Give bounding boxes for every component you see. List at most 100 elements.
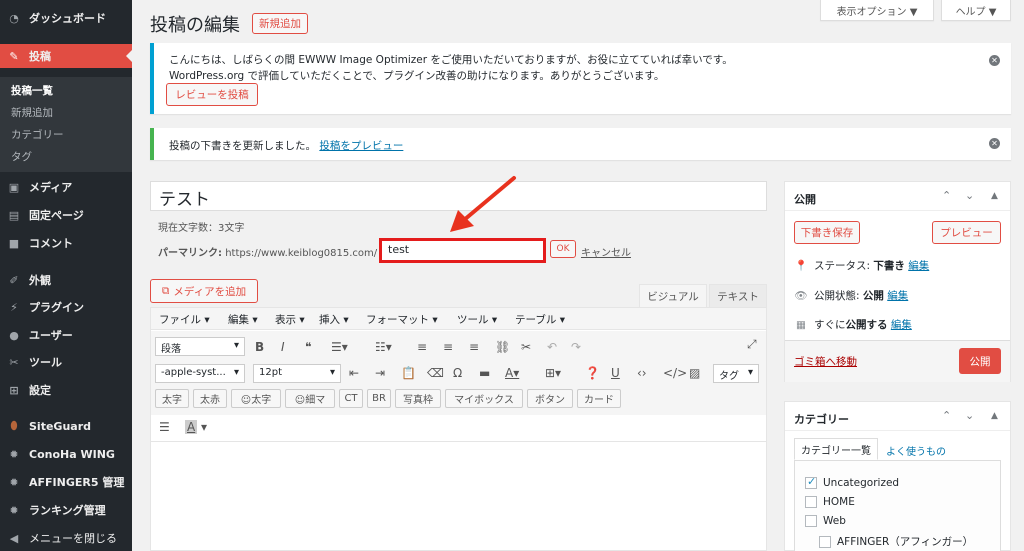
clear-format-icon[interactable]: ⌫: [427, 364, 444, 382]
html-icon[interactable]: </>: [663, 364, 687, 382]
chevron-down-icon[interactable]: ⌄: [965, 189, 974, 202]
underline-icon[interactable]: U: [611, 364, 620, 382]
tag-select[interactable]: タグ ▾: [713, 364, 759, 383]
category-item[interactable]: Web: [805, 515, 846, 527]
list-icon[interactable]: ☰: [159, 418, 170, 436]
submenu-all-posts[interactable]: 投稿一覧: [11, 83, 53, 98]
quicktag-ct[interactable]: CT: [339, 389, 363, 408]
menu-format[interactable]: フォーマット ▾: [366, 312, 438, 327]
sidebar-item-plugins[interactable]: ⚡ プラグイン: [0, 295, 132, 319]
close-icon[interactable]: ✕: [989, 138, 1000, 149]
tab-text[interactable]: テキスト: [709, 284, 767, 308]
tab-all-categories[interactable]: カテゴリー一覧: [794, 438, 878, 460]
help-button[interactable]: ヘルプ ▼: [941, 0, 1011, 21]
font-select[interactable]: -apple-syst... ▾: [155, 364, 245, 383]
publish-button[interactable]: 公開: [959, 348, 1001, 374]
quicktag-card[interactable]: カード: [577, 389, 621, 408]
indent-icon[interactable]: ⇥: [375, 364, 385, 382]
background-color-icon[interactable]: A ▾: [185, 418, 207, 436]
sidebar-item-settings[interactable]: ⊞ 設定: [0, 378, 132, 402]
menu-edit[interactable]: 編集 ▾: [228, 312, 258, 327]
edit-visibility-link[interactable]: 編集: [887, 288, 908, 303]
numbered-list-icon[interactable]: ☷▾: [375, 338, 392, 356]
menu-table[interactable]: テーブル ▾: [515, 312, 565, 327]
undo-icon[interactable]: ↶: [547, 338, 557, 356]
special-char-icon[interactable]: Ω: [453, 364, 462, 382]
checkbox[interactable]: [805, 496, 817, 508]
quicktag-photo-frame[interactable]: 写真枠: [395, 389, 441, 408]
link-icon[interactable]: ⛓: [495, 338, 510, 356]
checkbox-checked[interactable]: ✓: [805, 475, 817, 489]
bullet-list-icon[interactable]: ☰▾: [331, 338, 348, 356]
outdent-icon[interactable]: ⇤: [349, 364, 359, 382]
sidebar-item-siteguard[interactable]: ⬮ SiteGuard: [0, 414, 132, 438]
sidebar-item-posts[interactable]: ✎ 投稿: [0, 44, 132, 68]
quicktag-bold-user[interactable]: ☺太字: [231, 389, 281, 408]
sidebar-item-tools[interactable]: ✂ ツール: [0, 350, 132, 374]
toggle-icon[interactable]: ▲: [991, 411, 998, 421]
quicktag-thin-user[interactable]: ☺細マ: [285, 389, 335, 408]
code-icon[interactable]: ‹›: [637, 364, 647, 382]
hr-icon[interactable]: ▬: [479, 364, 490, 382]
quote-icon[interactable]: ❝: [305, 338, 311, 356]
help-icon[interactable]: ❓: [585, 364, 600, 382]
sidebar-item-pages[interactable]: ▤ 固定ページ: [0, 203, 132, 227]
tab-most-used[interactable]: よく使うもの: [886, 443, 946, 458]
image-icon[interactable]: ▨: [689, 364, 700, 382]
sidebar-item-ranking[interactable]: ✹ ランキング管理: [0, 498, 132, 522]
sidebar-item-appearance[interactable]: ✐ 外観: [0, 268, 132, 292]
chevron-up-icon[interactable]: ⌃: [942, 409, 951, 422]
unlink-icon[interactable]: ✂: [521, 338, 531, 356]
quicktag-bold-red[interactable]: 太赤: [193, 389, 227, 408]
quicktag-button[interactable]: ボタン: [527, 389, 573, 408]
checkbox[interactable]: [805, 515, 817, 527]
close-icon[interactable]: ✕: [989, 55, 1000, 66]
preview-link[interactable]: 投稿をプレビュー: [319, 140, 403, 152]
category-item[interactable]: AFFINGER（アフィンガー）: [819, 534, 973, 549]
toggle-icon[interactable]: ▲: [991, 191, 998, 201]
sidebar-item-media[interactable]: ▣ メディア: [0, 175, 132, 199]
permalink-cancel-link[interactable]: キャンセル: [581, 244, 631, 259]
preview-button[interactable]: プレビュー: [932, 221, 1001, 244]
submenu-add-new[interactable]: 新規追加: [11, 105, 53, 120]
italic-icon[interactable]: I: [281, 338, 285, 356]
review-button[interactable]: レビューを投稿: [166, 83, 258, 106]
trash-link[interactable]: ゴミ箱へ移動: [794, 354, 857, 369]
category-item[interactable]: ✓ Uncategorized: [805, 475, 899, 489]
redo-icon[interactable]: ↷: [571, 338, 581, 356]
edit-status-link[interactable]: 編集: [908, 258, 929, 273]
sidebar-item-comments[interactable]: ■ コメント: [0, 231, 132, 255]
table-icon[interactable]: ⊞▾: [545, 364, 561, 382]
sidebar-item-affinger[interactable]: ✹ AFFINGER5 管理: [0, 470, 132, 494]
submenu-tags[interactable]: タグ: [11, 149, 32, 164]
text-color-icon[interactable]: A▾: [505, 364, 519, 382]
screen-options-button[interactable]: 表示オプション ▼: [820, 0, 934, 21]
fullscreen-icon[interactable]: ⤢: [747, 335, 757, 353]
quicktag-bold[interactable]: 太字: [155, 389, 189, 408]
submenu-categories[interactable]: カテゴリー: [11, 127, 64, 142]
bold-icon[interactable]: B: [255, 338, 264, 356]
menu-tools[interactable]: ツール ▾: [457, 312, 497, 327]
font-size-select[interactable]: 12pt ▾: [253, 364, 341, 383]
collapse-menu[interactable]: ◀ メニューを閉じる: [0, 526, 132, 550]
sidebar-item-users[interactable]: ● ユーザー: [0, 323, 132, 347]
align-left-icon[interactable]: ≡: [417, 338, 427, 356]
menu-view[interactable]: 表示 ▾: [275, 312, 305, 327]
paste-text-icon[interactable]: 📋: [401, 364, 416, 382]
quicktag-br[interactable]: BR: [367, 389, 391, 408]
edit-schedule-link[interactable]: 編集: [891, 317, 912, 332]
sidebar-item-dashboard[interactable]: ◔ ダッシュボード: [0, 6, 132, 30]
chevron-up-icon[interactable]: ⌃: [942, 189, 951, 202]
tab-visual[interactable]: ビジュアル: [639, 284, 707, 308]
add-media-button[interactable]: ⧉ メディアを追加: [150, 279, 258, 303]
permalink-ok-button[interactable]: OK: [550, 240, 576, 258]
chevron-down-icon[interactable]: ⌄: [965, 409, 974, 422]
align-right-icon[interactable]: ≡: [469, 338, 479, 356]
checkbox[interactable]: [819, 535, 831, 548]
menu-file[interactable]: ファイル ▾: [159, 312, 210, 327]
align-center-icon[interactable]: ≡: [443, 338, 453, 356]
sidebar-item-conoha[interactable]: ✹ ConoHa WING: [0, 442, 132, 466]
menu-insert[interactable]: 挿入 ▾: [319, 312, 349, 327]
quicktag-mybox[interactable]: マイボックス: [445, 389, 523, 408]
save-draft-button[interactable]: 下書き保存: [794, 221, 860, 244]
